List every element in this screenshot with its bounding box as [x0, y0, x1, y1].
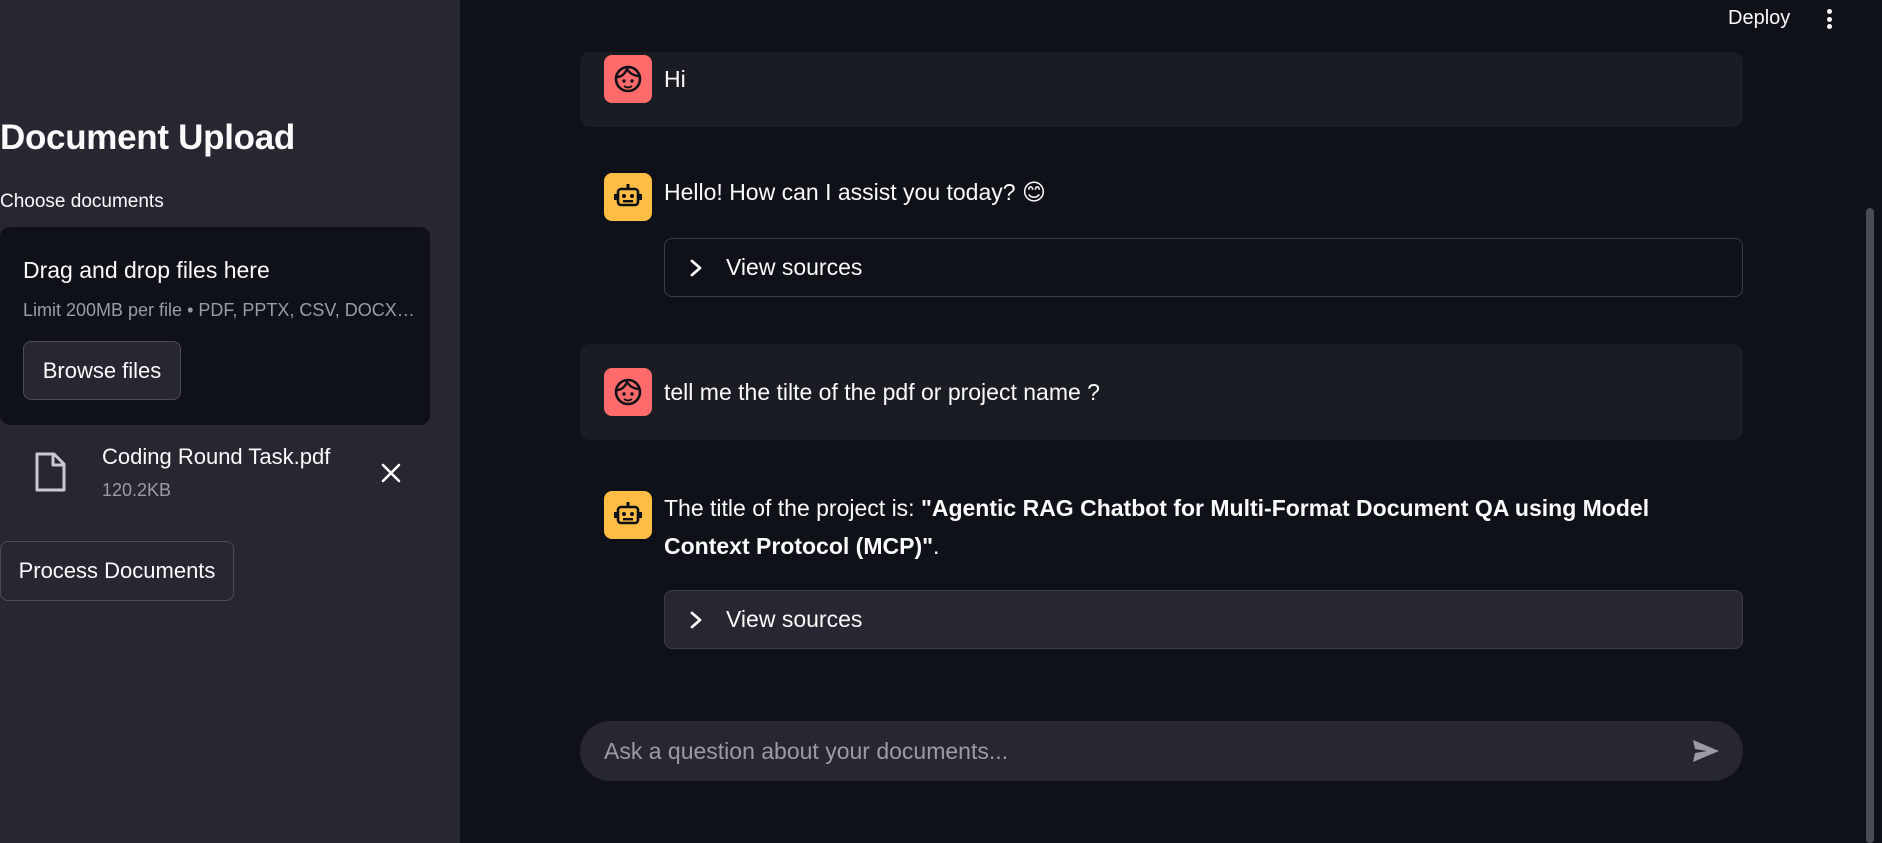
uploaded-file-item: Coding Round Task.pdf 120.2KB	[0, 436, 430, 506]
chat-message-user: tell me the tilte of the pdf or project …	[580, 344, 1743, 440]
sidebar: Document Upload Choose documents Drag an…	[0, 0, 460, 843]
file-icon	[34, 452, 66, 492]
sidebar-title: Document Upload	[0, 118, 295, 157]
dropzone-limit: Limit 200MB per file • PDF, PPTX, CSV, D…	[23, 300, 415, 320]
uploader-label: Choose documents	[0, 191, 164, 212]
expander-label: View sources	[726, 606, 863, 632]
chat-message-assistant: Hello! How can I assist you today? 😊 Vie…	[580, 173, 1743, 297]
file-dropzone[interactable]: Drag and drop files here Limit 200MB per…	[0, 227, 430, 425]
view-sources-expander[interactable]: View sources	[664, 590, 1743, 649]
message-text-prefix: The title of the project is:	[664, 495, 921, 521]
message-text: Hi	[664, 66, 686, 92]
scrollbar[interactable]	[1866, 208, 1874, 843]
dropzone-title: Drag and drop files here	[23, 257, 270, 283]
chevron-right-icon	[689, 611, 707, 629]
file-name: Coding Round Task.pdf	[102, 444, 331, 469]
message-text: The title of the project is: "Agentic RA…	[664, 489, 1724, 565]
file-size: 120.2KB	[102, 480, 172, 500]
send-icon[interactable]	[1690, 736, 1722, 766]
chat-message-assistant: The title of the project is: "Agentic RA…	[580, 489, 1743, 649]
process-documents-button[interactable]: Process Documents	[0, 541, 234, 601]
message-text: tell me the tilte of the pdf or project …	[664, 379, 1100, 405]
chevron-right-icon	[689, 259, 707, 277]
chat-input[interactable]	[604, 721, 1664, 781]
browse-files-button[interactable]: Browse files	[23, 341, 181, 400]
robot-icon	[604, 491, 652, 539]
message-text-suffix: .	[933, 533, 940, 559]
message-text: Hello! How can I assist you today? 😊	[664, 179, 1046, 205]
chat-input-bar	[580, 721, 1743, 781]
face-icon	[604, 368, 652, 416]
chat-message-user: Hi	[580, 52, 1743, 127]
robot-icon	[604, 173, 652, 221]
view-sources-expander[interactable]: View sources	[664, 238, 1743, 297]
kebab-menu-icon[interactable]	[1818, 6, 1840, 32]
deploy-button[interactable]: Deploy	[1728, 7, 1790, 30]
close-icon[interactable]	[376, 458, 406, 488]
expander-label: View sources	[726, 254, 863, 280]
face-icon	[604, 55, 652, 103]
